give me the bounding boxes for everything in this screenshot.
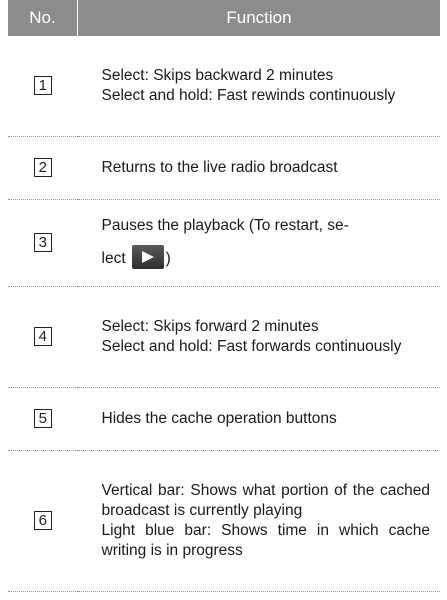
- function-cell: Select: Skips backward 2 minutes Select …: [77, 36, 440, 137]
- table-row: 4 Select: Skips forward 2 minutes Select…: [8, 286, 440, 388]
- table-row: 2 Returns to the live radio broadcast: [8, 136, 440, 200]
- function-text: Pauses the playback (To restart, se-: [101, 217, 349, 234]
- table-row: 5 Hides the cache operation buttons: [8, 387, 440, 451]
- row-number-cell: 5: [8, 387, 78, 451]
- function-text: ): [165, 250, 171, 268]
- function-text: Select: Skips forward 2 minutes: [101, 318, 319, 335]
- function-cell: Returns to the live radio broadcast: [77, 136, 440, 200]
- function-cell: Select: Skips forward 2 minutes Select a…: [77, 286, 440, 388]
- row-number-box: 3: [33, 233, 52, 252]
- table-header-row: No. Function: [8, 0, 440, 36]
- table-row: 3 Pauses the playback (To restart, se- l…: [8, 199, 440, 287]
- function-text: lect: [101, 250, 126, 268]
- function-text: Select and hold: Fast forwards continuou…: [101, 338, 402, 355]
- function-text-with-icon: lect): [101, 245, 431, 271]
- play-icon: [131, 245, 164, 269]
- column-header-no: No.: [8, 0, 78, 36]
- row-number-cell: 1: [8, 36, 78, 137]
- function-cell: Hides the cache operation buttons: [77, 387, 440, 451]
- row-number-box: 2: [33, 158, 52, 177]
- row-number-box: 5: [33, 409, 52, 428]
- row-number-cell: 2: [8, 136, 78, 200]
- row-number-box: 4: [33, 327, 52, 346]
- function-text: Select: Skips backward 2 minutes: [101, 67, 334, 84]
- row-number-cell: 4: [8, 286, 78, 388]
- table-row: 6 Vertical bar: Shows what portion of th…: [8, 450, 440, 592]
- table-row: 1 Select: Skips backward 2 minutes Selec…: [8, 36, 440, 137]
- row-number-box: 1: [33, 76, 52, 95]
- function-text: Returns to the live radio broadcast: [101, 159, 338, 176]
- function-text: Vertical bar: Shows what portion of the …: [101, 482, 431, 519]
- row-number-cell: 3: [8, 199, 78, 287]
- function-text: Hides the cache operation buttons: [101, 410, 337, 427]
- row-number-cell: 6: [8, 450, 78, 592]
- column-header-function: Function: [77, 0, 440, 36]
- function-cell: Pauses the playback (To restart, se- lec…: [77, 199, 440, 287]
- row-number-box: 6: [33, 511, 52, 530]
- function-table: No. Function 1 Select: Skips backward 2 …: [8, 0, 440, 592]
- function-text: Select and hold: Fast rewinds continuous…: [101, 87, 396, 104]
- function-cell: Vertical bar: Shows what portion of the …: [77, 450, 440, 592]
- function-text: Light blue bar: Shows time in which cach…: [101, 522, 431, 559]
